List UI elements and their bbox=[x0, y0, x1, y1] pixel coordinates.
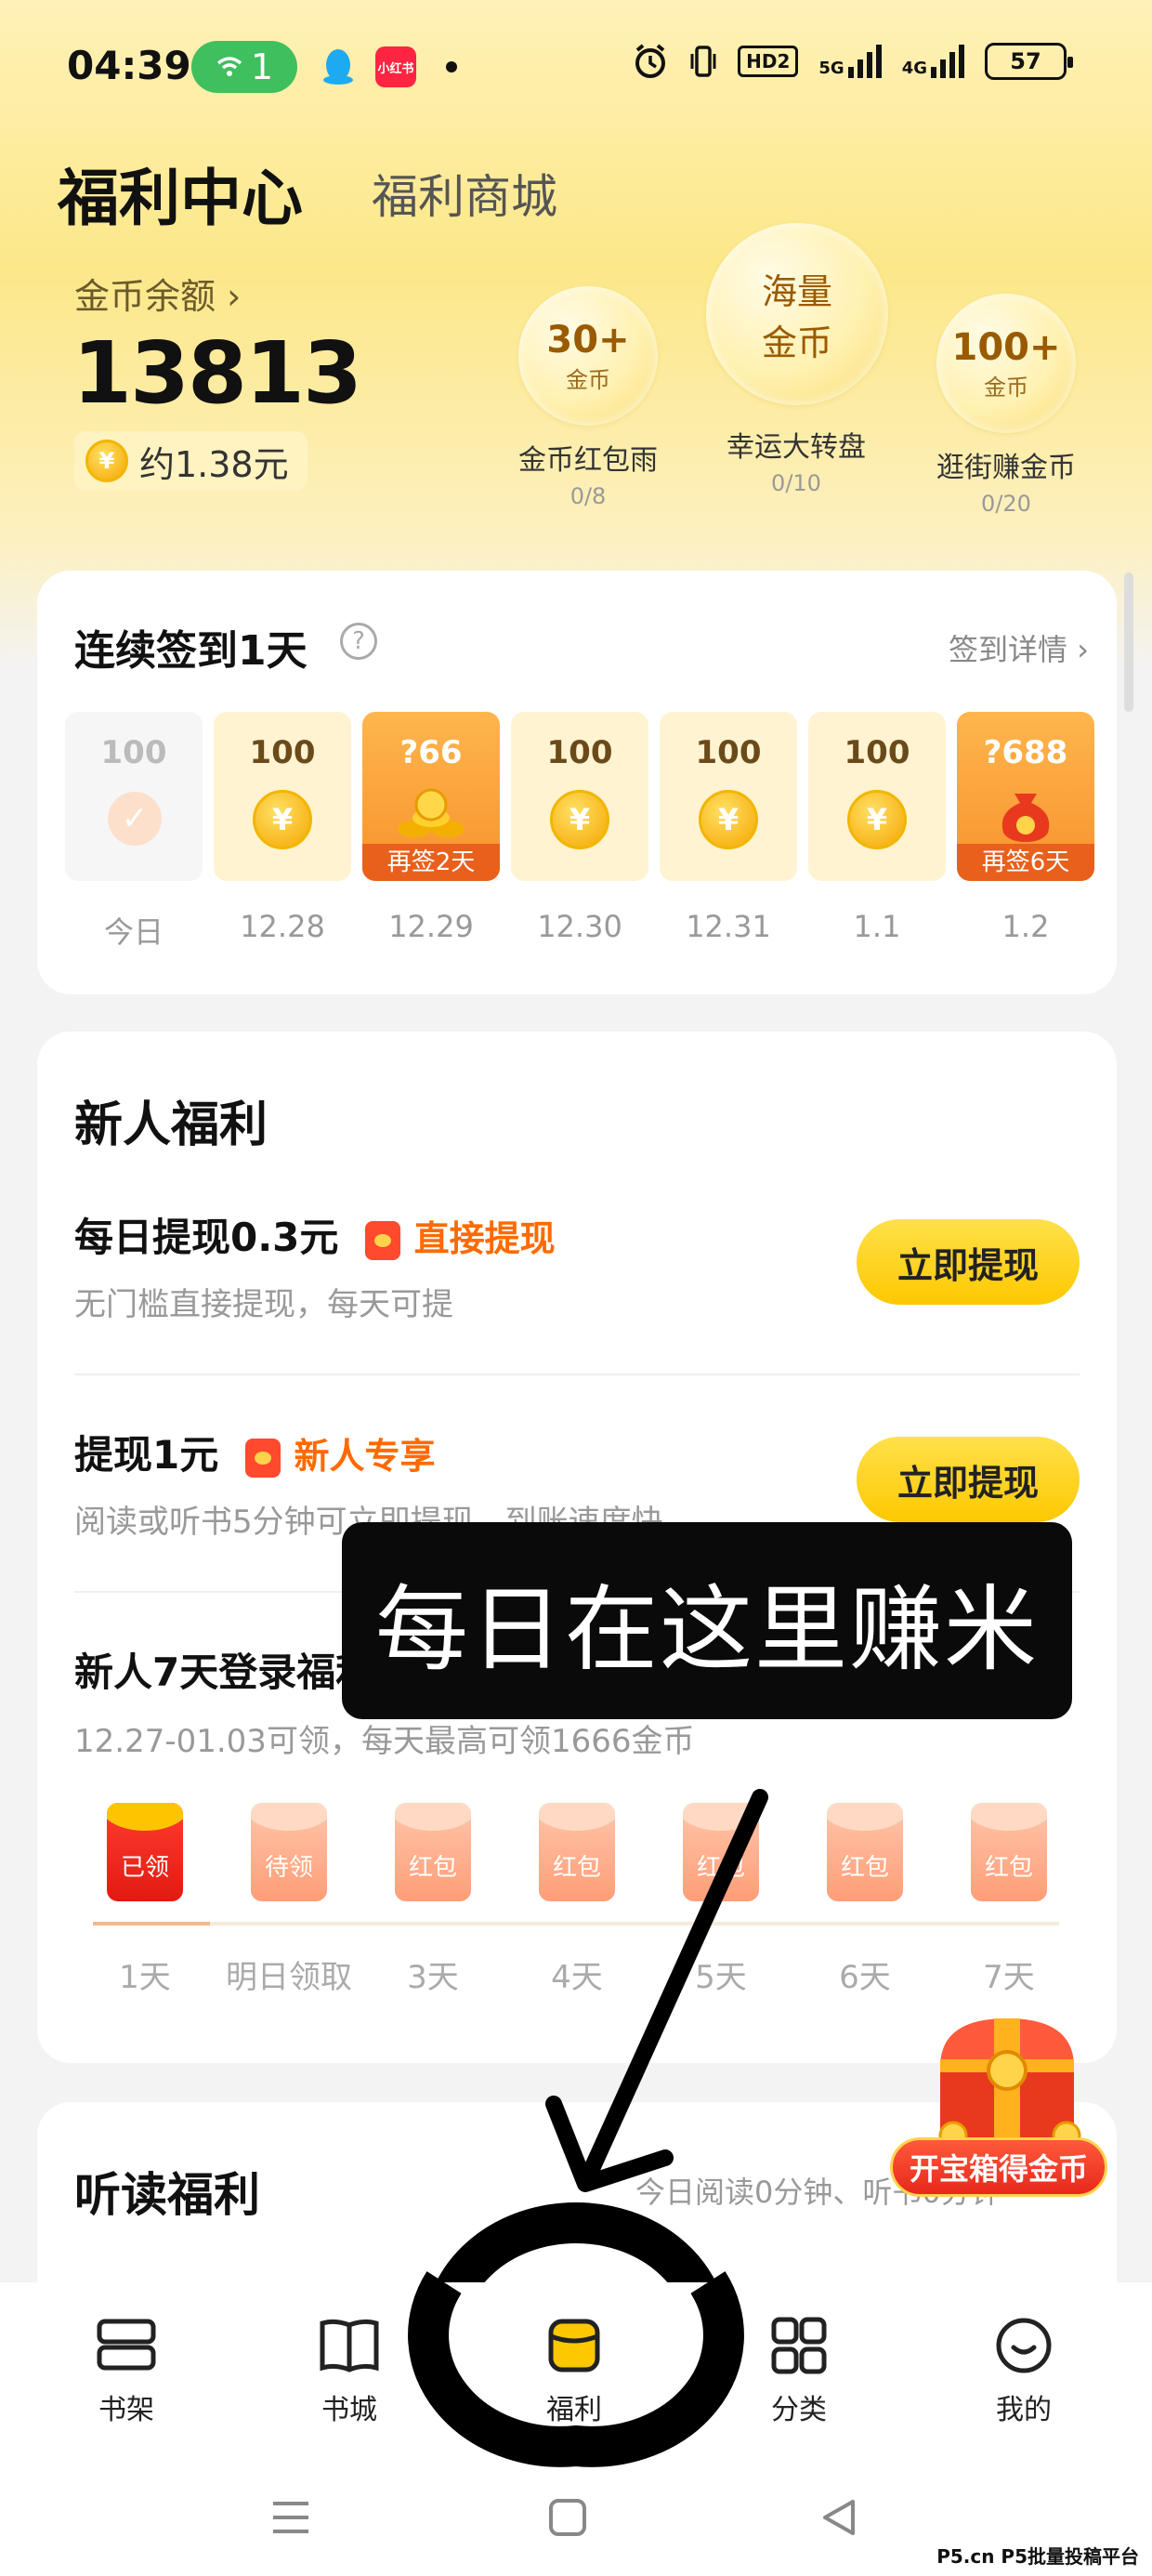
grid-icon bbox=[771, 2317, 827, 2374]
tab-label: 书架 bbox=[98, 2394, 154, 2426]
tab-category[interactable]: 分类 bbox=[725, 2316, 873, 2427]
coin-stack-icon bbox=[548, 2319, 600, 2372]
tab-welfare[interactable]: 福利 bbox=[500, 2316, 648, 2427]
annotation-arrow-and-circle bbox=[424, 1789, 768, 2466]
home-icon[interactable] bbox=[546, 2496, 589, 2539]
bookshelf-icon bbox=[97, 2319, 156, 2371]
bottom-tab-bar: 书架 书城 福利 分类 我的 bbox=[0, 2282, 1152, 2468]
tab-label: 书城 bbox=[321, 2394, 377, 2426]
menu-icon[interactable] bbox=[269, 2496, 312, 2539]
tab-mine[interactable]: 我的 bbox=[949, 2316, 1098, 2427]
arrow-shaft bbox=[583, 1789, 768, 2179]
tab-bookshelf[interactable]: 书架 bbox=[52, 2316, 201, 2427]
tab-label: 我的 bbox=[996, 2394, 1052, 2426]
system-navigation-bar: P5.cn P5批量投稿平台 bbox=[0, 2468, 1152, 2576]
tab-label: 分类 bbox=[771, 2394, 827, 2426]
tab-bookstore[interactable]: 书城 bbox=[275, 2316, 424, 2427]
watermark: P5.cn P5批量投稿平台 bbox=[936, 2545, 1139, 2568]
book-open-icon bbox=[320, 2319, 379, 2372]
back-icon[interactable] bbox=[818, 2496, 860, 2539]
tab-label: 福利 bbox=[546, 2394, 602, 2426]
smile-icon bbox=[996, 2318, 1052, 2373]
